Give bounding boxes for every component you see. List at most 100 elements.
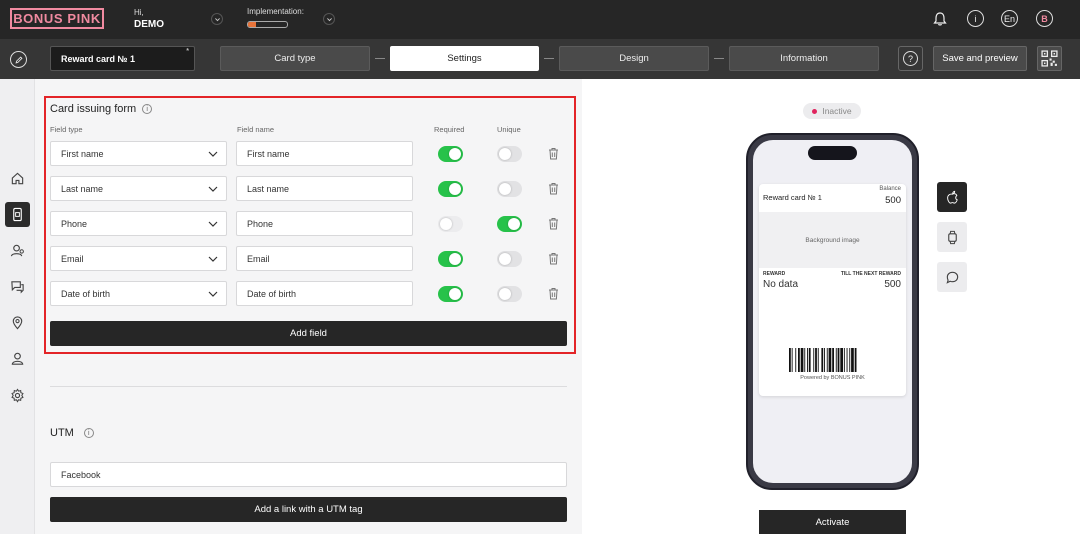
utm-source-input[interactable]: Facebook [50, 462, 567, 487]
add-utm-link-button[interactable]: Add a link with a UTM tag [50, 497, 567, 522]
trash-icon[interactable] [548, 252, 559, 265]
pass-background-image: Background image [759, 212, 906, 268]
required-toggle[interactable] [438, 146, 463, 162]
chevron-down-icon [208, 291, 218, 297]
phone-notch [808, 146, 857, 160]
barcode-bar [843, 348, 845, 372]
language-switch[interactable]: En [1001, 10, 1018, 27]
field-name-input[interactable]: First name [236, 141, 413, 166]
step-connector [375, 58, 385, 59]
profile-icon[interactable] [5, 346, 30, 371]
user-name: DEMO [134, 19, 164, 30]
barcode-bar [832, 348, 834, 372]
message-preview-button[interactable] [937, 262, 967, 292]
bell-icon[interactable] [931, 10, 948, 27]
col-required: Required [434, 125, 465, 134]
logo[interactable]: BONUS PINK [10, 8, 104, 29]
barcode-bar [789, 348, 791, 372]
activate-button[interactable]: Activate [759, 510, 906, 534]
chevron-down-icon [208, 221, 218, 227]
barcode-image [789, 348, 857, 372]
required-toggle[interactable] [438, 181, 463, 197]
barcode-bar [824, 348, 825, 372]
sidebar [0, 79, 35, 534]
barcode-bar [817, 348, 819, 372]
avatar[interactable]: B [1036, 10, 1053, 27]
utm-title: UTM i [50, 427, 94, 439]
trash-icon[interactable] [548, 182, 559, 195]
step-connector [544, 58, 554, 59]
apple-wallet-button[interactable] [937, 182, 967, 212]
status-dot [812, 108, 818, 114]
barcode-bar [854, 348, 857, 372]
unique-toggle[interactable] [497, 146, 522, 162]
pass-balance-label: Balance [879, 186, 901, 192]
barcode-bar [815, 348, 817, 372]
col-field-name: Field name [237, 125, 275, 134]
tab-card-type[interactable]: Card type [220, 46, 370, 71]
field-type-select[interactable]: Email [50, 246, 227, 271]
home-icon[interactable] [5, 166, 30, 191]
smartwatch-button[interactable] [937, 222, 967, 252]
apple-icon [946, 190, 958, 204]
info-icon[interactable]: i [967, 10, 984, 27]
barcode-bar [791, 348, 793, 372]
pass-balance-value: 500 [885, 195, 901, 206]
required-marker: * [186, 48, 189, 55]
qr-code-button[interactable] [1037, 46, 1062, 71]
field-type-value: Last name [61, 184, 104, 194]
gear-icon[interactable] [5, 383, 30, 408]
tab-design[interactable]: Design [559, 46, 709, 71]
info-icon[interactable]: i [83, 428, 94, 438]
chat-icon [945, 271, 958, 284]
field-type-select[interactable]: Phone [50, 211, 227, 236]
barcode-bar [807, 348, 808, 372]
clients-icon[interactable] [5, 238, 30, 263]
trash-icon[interactable] [548, 147, 559, 160]
field-name-input[interactable]: Phone [236, 211, 413, 236]
implementation-label: Implementation: [247, 7, 304, 16]
field-name-input[interactable]: Last name [236, 176, 413, 201]
required-toggle[interactable] [438, 251, 463, 267]
barcode-bar [798, 348, 800, 372]
implementation-chevron-icon[interactable] [323, 13, 335, 25]
help-button[interactable]: ? [898, 46, 923, 71]
unique-toggle[interactable] [497, 251, 522, 267]
messages-icon[interactable] [5, 274, 30, 299]
field-type-select[interactable]: First name [50, 141, 227, 166]
greeting-text: Hi, [134, 8, 144, 17]
utm-heading: UTM [50, 427, 74, 439]
info-icon[interactable]: i [142, 104, 153, 114]
pencil-icon[interactable] [10, 51, 27, 68]
barcode-bar [835, 348, 837, 372]
pass-card-title: Reward card № 1 [763, 193, 822, 202]
trash-icon[interactable] [548, 287, 559, 300]
barcode-bar [804, 348, 806, 372]
field-type-select[interactable]: Last name [50, 176, 227, 201]
required-toggle[interactable] [438, 286, 463, 302]
col-unique: Unique [497, 125, 521, 134]
barcode-bar [837, 348, 840, 372]
barcode-bar [846, 348, 848, 372]
field-type-select[interactable]: Date of birth [50, 281, 227, 306]
implementation-progress-fill [248, 22, 256, 27]
tab-information[interactable]: Information [729, 46, 879, 71]
cards-icon[interactable] [5, 202, 30, 227]
save-and-preview-button[interactable]: Save and preview [933, 46, 1027, 71]
card-issuing-form-title: Card issuing form i [50, 103, 153, 115]
unique-toggle[interactable] [497, 181, 522, 197]
unique-toggle[interactable] [497, 286, 522, 302]
add-field-button[interactable]: Add field [50, 321, 567, 346]
required-toggle[interactable] [438, 216, 463, 232]
tab-settings[interactable]: Settings [390, 46, 539, 71]
user-menu-chevron-icon[interactable] [211, 13, 223, 25]
unique-toggle[interactable] [497, 216, 522, 232]
trash-icon[interactable] [548, 217, 559, 230]
field-type-value: Phone [61, 219, 88, 229]
pass-powered-by: Powered by BONUS PINK [800, 375, 865, 381]
location-icon[interactable] [5, 310, 30, 335]
chevron-down-icon [208, 256, 218, 262]
field-name-input[interactable]: Email [236, 246, 413, 271]
field-name-input[interactable]: Date of birth [236, 281, 413, 306]
card-name-field[interactable]: Reward card № 1 * [50, 46, 195, 71]
